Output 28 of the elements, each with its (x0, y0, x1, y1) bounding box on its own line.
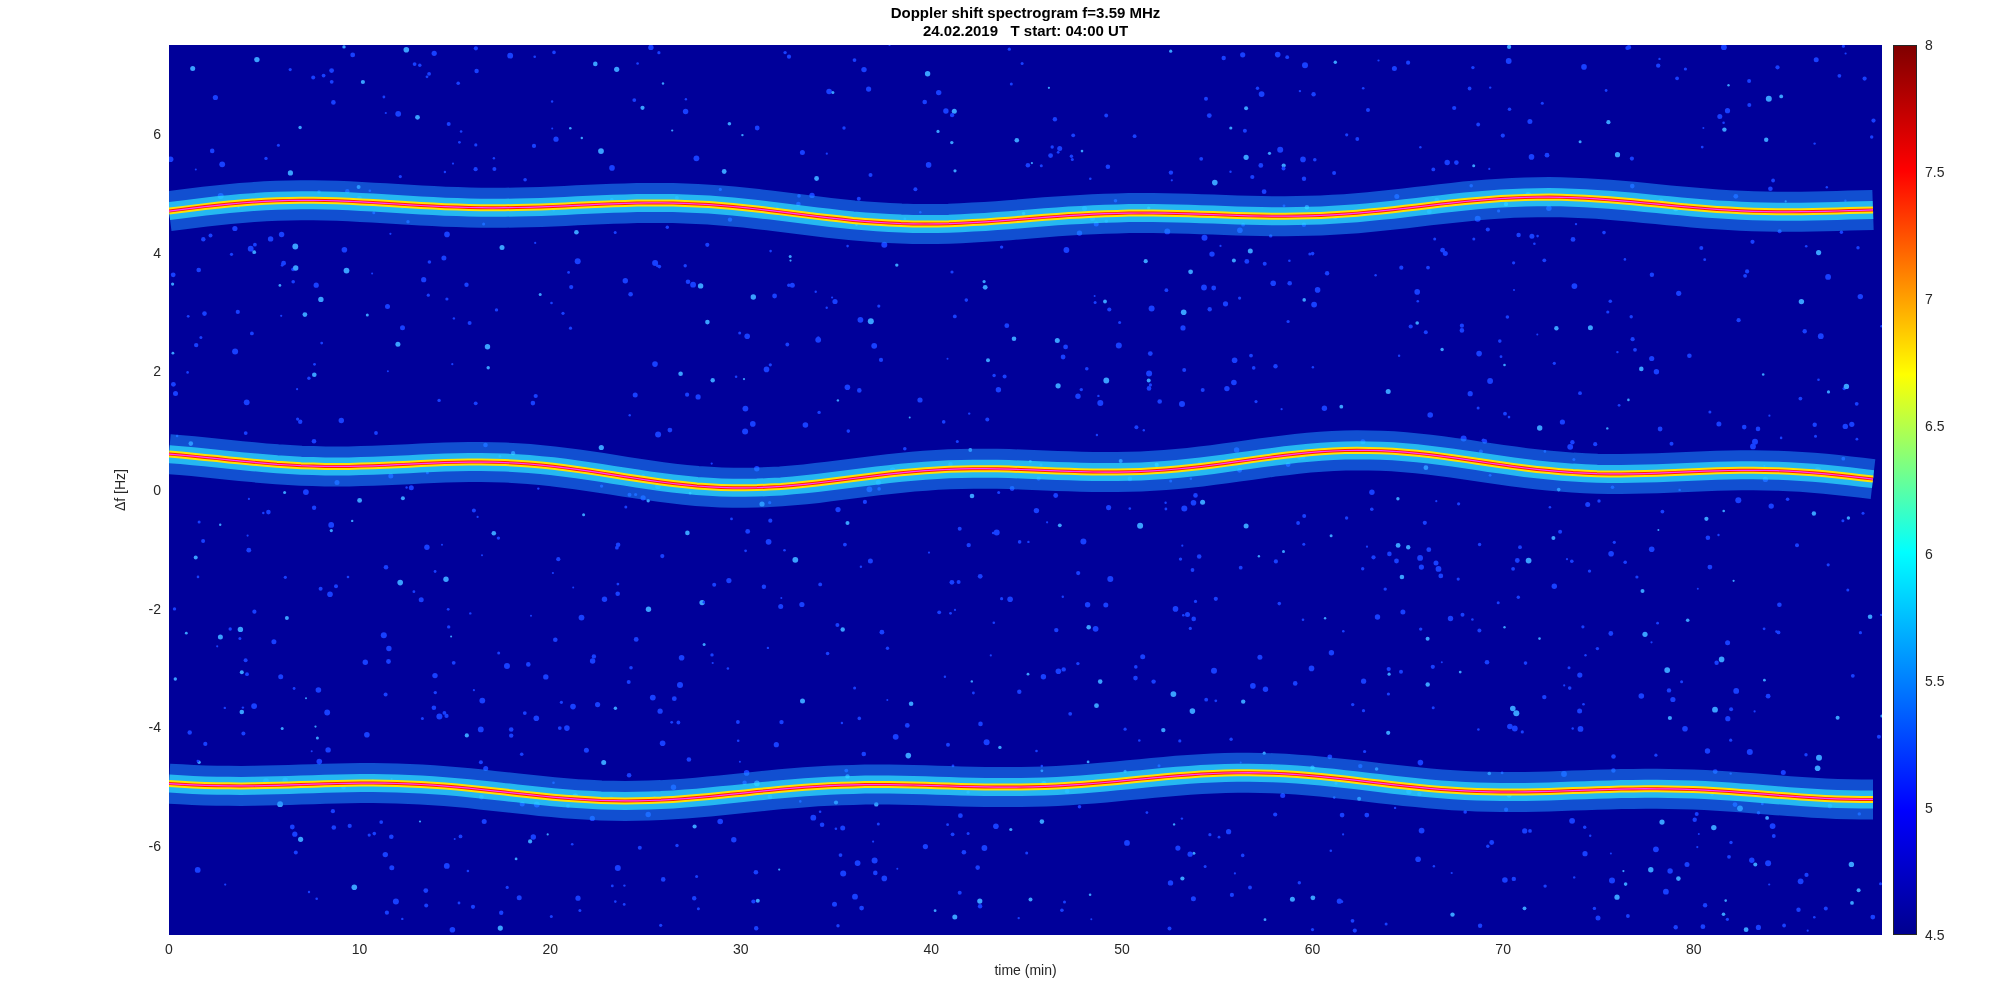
y-tick-label: -4 (148, 719, 161, 736)
x-tick-label: 10 (350, 941, 369, 957)
x-tick-label: 30 (732, 941, 750, 957)
colorbar-tick-label: 5 (1925, 799, 1934, 816)
y-tick-label: -6 (148, 837, 161, 854)
colorbar-tick-label: 8 (1925, 37, 1934, 53)
colorbar-tick-label: 6.5 (1925, 418, 1945, 435)
colorbar-tick-label: 7 (1925, 291, 1934, 308)
x-tick-label: 0 (164, 941, 174, 957)
x-tick-label: 20 (541, 941, 559, 957)
x-tick-label: 80 (1684, 941, 1703, 957)
x-tick-label: 50 (1113, 941, 1131, 957)
chart-title: Doppler shift spectrogram f=3.59 MHz (890, 4, 1161, 22)
y-tick-label: 4 (153, 244, 161, 261)
x-tick-label: 70 (1494, 941, 1512, 957)
chart-subtitle: 24.02.2019 T start: 04:00 UT (922, 22, 1129, 40)
colorbar-tick-label: 7.5 (1925, 164, 1945, 181)
x-tick-label: 40 (922, 941, 941, 957)
x-axis-label: time (min) (994, 962, 1057, 978)
colorbar-tick-label: 4.5 (1925, 927, 1945, 943)
colorbar-tick-label: 5.5 (1925, 672, 1945, 689)
y-tick-label: 6 (153, 126, 161, 142)
y-tick-label: 0 (153, 481, 161, 498)
y-tick-label: 2 (153, 363, 161, 380)
x-tick-label: 60 (1303, 941, 1322, 957)
y-axis-label: Δf [Hz] (112, 469, 128, 511)
colorbar-tick-label: 6 (1925, 545, 1934, 562)
y-tick-label: -2 (148, 600, 161, 617)
